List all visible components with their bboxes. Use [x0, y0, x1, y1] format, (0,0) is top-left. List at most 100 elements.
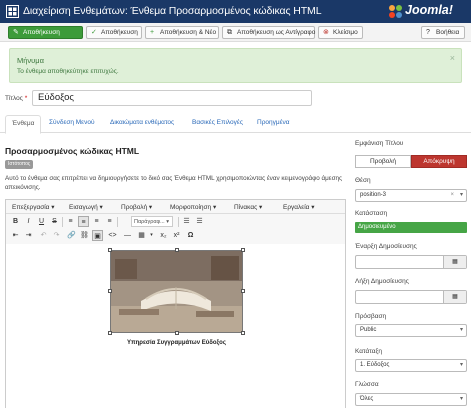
- resize-handle[interactable]: [241, 289, 245, 293]
- logo-text: Joomla!: [405, 3, 453, 17]
- joomla-logo-icon: [389, 5, 402, 18]
- joomla-logo[interactable]: Joomla!: [388, 3, 466, 20]
- access-label: Πρόσβαση: [355, 313, 387, 320]
- help-button-label: Βοήθεια: [436, 29, 460, 36]
- image-caption: Υπηρεσία Συγγραμμάτων Εύδοξος: [127, 340, 226, 346]
- chevron-down-icon: ▾: [459, 327, 463, 333]
- page-title: Διαχείριση Ενθεμάτων: Ένθεμα Προσαρμοσμέ…: [23, 5, 322, 17]
- format-dropdown-label: Παράγραφ...: [134, 219, 165, 225]
- superscript-icon[interactable]: x²: [171, 230, 182, 241]
- menu-edit[interactable]: Επεξεργασία ▾: [12, 203, 55, 211]
- align-left-icon[interactable]: ≡: [65, 216, 76, 227]
- menu-format[interactable]: Μορφοποίηση ▾: [170, 203, 216, 211]
- menu-table[interactable]: Πίνακας ▾: [234, 203, 262, 211]
- menu-view[interactable]: Προβολή ▾: [121, 203, 152, 211]
- resize-handle[interactable]: [108, 331, 112, 335]
- title-label-text: Τίτλος: [5, 95, 23, 102]
- save-close-button[interactable]: ✓ Αποθήκευση: [86, 26, 142, 39]
- calendar-icon[interactable]: ▦: [443, 291, 466, 303]
- editor-content[interactable]: Υπηρεσία Συγγραμμάτων Εύδοξος: [6, 244, 345, 408]
- calendar-icon[interactable]: ▦: [443, 256, 466, 268]
- header-bar: Διαχείριση Ενθεμάτων: Ένθεμα Προσαρμοσμέ…: [0, 0, 471, 23]
- outdent-icon[interactable]: ⇤: [10, 230, 21, 241]
- save-new-button[interactable]: + Αποθήκευση & Νέο: [145, 26, 219, 39]
- selected-image[interactable]: [108, 248, 245, 335]
- save-button-label: Αποθήκευση: [23, 29, 60, 36]
- hide-option[interactable]: Απόκρυψη: [411, 155, 467, 168]
- link-icon[interactable]: 🔗: [66, 230, 77, 241]
- access-select[interactable]: Public ▾: [355, 324, 467, 337]
- language-label: Γλώσσα: [355, 381, 379, 388]
- modules-icon: [6, 5, 19, 18]
- plus-icon: +: [150, 29, 155, 36]
- tab-menu-assignment[interactable]: Σύνδεση Μενού: [49, 119, 95, 126]
- show-option[interactable]: Προβολή: [355, 155, 411, 168]
- chevron-down-icon[interactable]: ▾: [146, 230, 157, 241]
- unlink-icon[interactable]: ⛓: [79, 230, 90, 241]
- alert-message: Το ένθεμα αποθηκεύτηκε επιτυχώς.: [17, 68, 119, 75]
- justify-icon[interactable]: ≡: [104, 216, 115, 227]
- edit-icon: ✎: [13, 29, 19, 36]
- save-new-label: Αποθήκευση & Νέο: [160, 29, 217, 36]
- wysiwyg-editor: Επεξεργασία ▾ Εισαγωγή ▾ Προβολή ▾ Μορφο…: [5, 199, 346, 408]
- copy-icon: ⧉: [227, 29, 232, 36]
- language-select[interactable]: Όλες ▾: [355, 393, 467, 406]
- undo-icon[interactable]: ↶: [38, 230, 49, 241]
- menu-insert[interactable]: Εισαγωγή ▾: [69, 203, 103, 211]
- bold-icon[interactable]: B: [10, 216, 21, 227]
- check-icon: ✓: [91, 29, 97, 36]
- subscript-icon[interactable]: x₂: [158, 230, 169, 241]
- align-center-icon[interactable]: ≡: [78, 216, 89, 227]
- status-select[interactable]: Δημοσιευμένο: [355, 222, 467, 233]
- publish-down-field[interactable]: ▦: [355, 290, 467, 304]
- horizontal-rule-icon[interactable]: —: [122, 230, 133, 241]
- title-input[interactable]: Εύδοξος: [32, 90, 312, 106]
- strikethrough-icon[interactable]: S: [49, 216, 60, 227]
- code-icon[interactable]: <>: [107, 230, 118, 241]
- bullet-list-icon[interactable]: ☰: [181, 216, 192, 227]
- tab-bar: Ένθεμα Σύνδεση Μενού Δικαιώματα ενθέματο…: [0, 113, 471, 134]
- tab-module[interactable]: Ένθεμα: [5, 115, 42, 134]
- publish-up-field[interactable]: ▦: [355, 255, 467, 269]
- resize-handle[interactable]: [175, 331, 179, 335]
- close-button[interactable]: ⊗ Κλείσιμο: [318, 26, 363, 39]
- resize-handle[interactable]: [175, 248, 179, 252]
- tab-permissions[interactable]: Δικαιώματα ενθέματος: [110, 119, 174, 126]
- tab-advanced[interactable]: Προηγμένα: [257, 119, 290, 126]
- resize-handle[interactable]: [241, 248, 245, 252]
- position-label: Θέση: [355, 177, 371, 184]
- resize-handle[interactable]: [241, 331, 245, 335]
- image-icon[interactable]: ▣: [92, 230, 103, 241]
- ordering-select[interactable]: 1. Εύδοξος ▾: [355, 359, 467, 372]
- menu-table-label: Πίνακας: [234, 204, 258, 211]
- ordering-value: 1. Εύδοξος: [360, 362, 390, 368]
- underline-icon[interactable]: U: [36, 216, 47, 227]
- align-right-icon[interactable]: ≡: [91, 216, 102, 227]
- menu-tools[interactable]: Εργαλεία ▾: [283, 203, 314, 211]
- help-button[interactable]: ? Βοήθεια: [421, 26, 465, 39]
- module-heading: Προσαρμοσμένος κώδικας HTML: [5, 146, 140, 156]
- italic-icon[interactable]: I: [23, 216, 34, 227]
- cancel-icon: ⊗: [323, 29, 329, 36]
- numbered-list-icon[interactable]: ☰: [194, 216, 205, 227]
- alert-close-icon[interactable]: ×: [450, 53, 455, 63]
- position-select[interactable]: position-3 × ▾: [355, 189, 467, 202]
- close-button-label: Κλείσιμο: [333, 29, 358, 36]
- resize-handle[interactable]: [108, 289, 112, 293]
- toolbar-divider: [62, 217, 63, 227]
- clear-icon[interactable]: ×: [450, 190, 454, 201]
- menu-format-label: Μορφοποίηση: [170, 204, 212, 211]
- site-badge: Ιστότοπος: [5, 160, 34, 169]
- tab-basic-options[interactable]: Βασικές Επιλογές: [192, 119, 243, 126]
- books-image: [111, 251, 242, 332]
- show-title-label: Εμφάνιση Τίτλου: [355, 140, 404, 147]
- publish-down-label: Λήξη Δημοσίευσης: [355, 278, 409, 285]
- resize-handle[interactable]: [108, 248, 112, 252]
- save-button[interactable]: ✎ Αποθήκευση: [8, 26, 83, 39]
- indent-icon[interactable]: ⇥: [23, 230, 34, 241]
- special-char-icon[interactable]: Ω: [185, 230, 196, 241]
- redo-icon[interactable]: ↷: [51, 230, 62, 241]
- show-title-toggle[interactable]: Προβολή Απόκρυψη: [355, 155, 467, 168]
- format-dropdown[interactable]: Παράγραφ... ▾: [131, 216, 173, 227]
- save-copy-button[interactable]: ⧉ Αποθήκευση ως Αντίγραφο: [222, 26, 315, 39]
